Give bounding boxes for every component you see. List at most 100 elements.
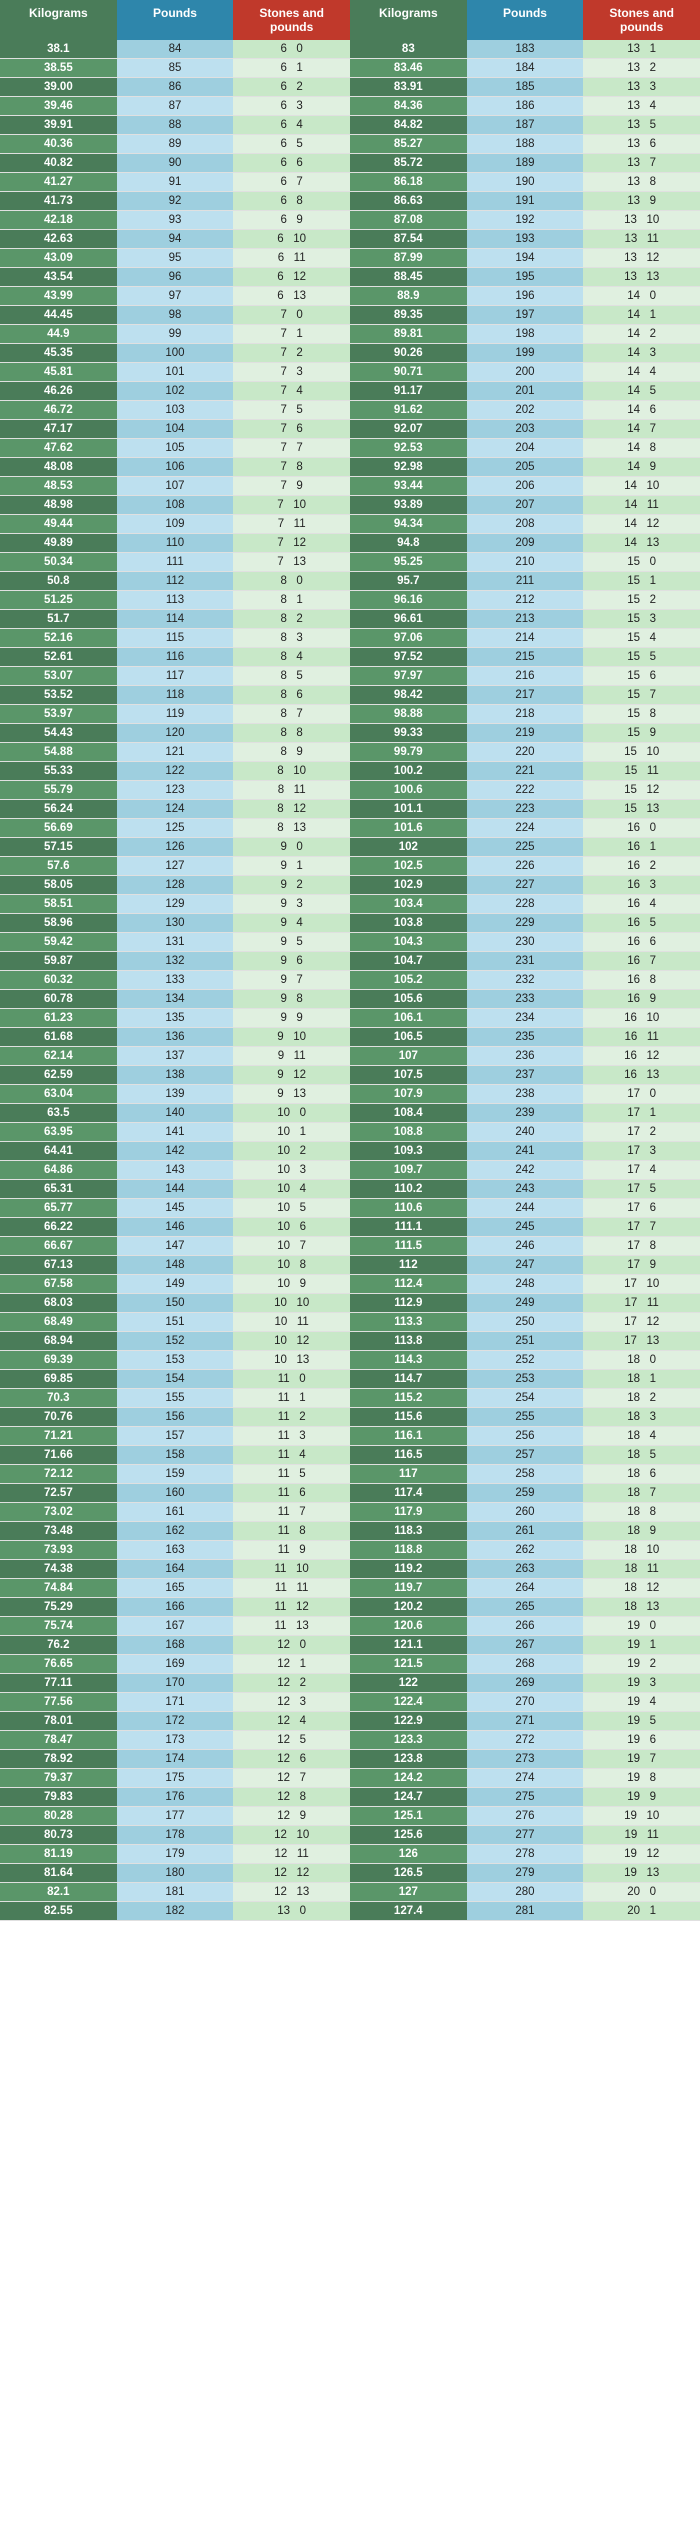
cell-lb: 152: [117, 1332, 234, 1351]
table-row: 40.82 90 6 6 85.72 189 13 7: [0, 154, 700, 173]
cell-lb2: 183: [467, 40, 584, 59]
cell-kg: 38.55: [0, 59, 117, 78]
cell-kg2: 86.63: [350, 192, 467, 211]
cell-kg: 63.95: [0, 1123, 117, 1142]
cell-st: 7 7: [233, 439, 350, 458]
cell-lb2: 274: [467, 1769, 584, 1788]
cell-st: 10 12: [233, 1332, 350, 1351]
cell-kg2: 108.8: [350, 1123, 467, 1142]
cell-st2: 15 5: [583, 648, 700, 667]
cell-st: 9 5: [233, 933, 350, 952]
cell-kg2: 90.26: [350, 344, 467, 363]
cell-kg2: 107.5: [350, 1066, 467, 1085]
table-row: 81.19 179 12 11 126 278 19 12: [0, 1845, 700, 1864]
cell-kg: 75.74: [0, 1617, 117, 1636]
cell-lb2: 261: [467, 1522, 584, 1541]
table-row: 48.08 106 7 8 92.98 205 14 9: [0, 458, 700, 477]
cell-st2: 13 8: [583, 173, 700, 192]
cell-lb2: 210: [467, 553, 584, 572]
cell-st2: 18 1: [583, 1370, 700, 1389]
cell-kg: 65.31: [0, 1180, 117, 1199]
cell-kg2: 118.8: [350, 1541, 467, 1560]
cell-st: 7 11: [233, 515, 350, 534]
cell-lb2: 217: [467, 686, 584, 705]
cell-kg: 51.7: [0, 610, 117, 629]
table-row: 69.39 153 10 13 114.3 252 18 0: [0, 1351, 700, 1370]
cell-st: 8 3: [233, 629, 350, 648]
cell-st: 10 0: [233, 1104, 350, 1123]
cell-st: 6 0: [233, 40, 350, 59]
cell-st: 7 9: [233, 477, 350, 496]
cell-st: 12 1: [233, 1655, 350, 1674]
table-row: 78.92 174 12 6 123.8 273 19 7: [0, 1750, 700, 1769]
cell-st: 12 5: [233, 1731, 350, 1750]
cell-lb: 170: [117, 1674, 234, 1693]
cell-st: 12 9: [233, 1807, 350, 1826]
cell-st2: 16 3: [583, 876, 700, 895]
cell-lb: 162: [117, 1522, 234, 1541]
cell-st2: 13 11: [583, 230, 700, 249]
cell-st: 6 2: [233, 78, 350, 97]
cell-st2: 16 6: [583, 933, 700, 952]
cell-lb: 93: [117, 211, 234, 230]
cell-kg: 38.1: [0, 40, 117, 59]
cell-kg: 73.93: [0, 1541, 117, 1560]
cell-st: 9 3: [233, 895, 350, 914]
cell-st2: 19 11: [583, 1826, 700, 1845]
cell-st2: 17 5: [583, 1180, 700, 1199]
cell-lb: 148: [117, 1256, 234, 1275]
cell-kg2: 97.06: [350, 629, 467, 648]
cell-lb2: 206: [467, 477, 584, 496]
cell-lb: 110: [117, 534, 234, 553]
cell-st2: 19 0: [583, 1617, 700, 1636]
cell-kg: 67.58: [0, 1275, 117, 1294]
cell-lb2: 242: [467, 1161, 584, 1180]
cell-st2: 19 7: [583, 1750, 700, 1769]
cell-st2: 17 6: [583, 1199, 700, 1218]
cell-lb2: 209: [467, 534, 584, 553]
cell-lb: 100: [117, 344, 234, 363]
cell-kg2: 112.9: [350, 1294, 467, 1313]
cell-st: 6 4: [233, 116, 350, 135]
cell-lb: 159: [117, 1465, 234, 1484]
cell-kg2: 90.71: [350, 363, 467, 382]
cell-lb: 97: [117, 287, 234, 306]
cell-lb2: 215: [467, 648, 584, 667]
cell-lb: 139: [117, 1085, 234, 1104]
cell-st2: 16 11: [583, 1028, 700, 1047]
cell-lb: 177: [117, 1807, 234, 1826]
cell-kg2: 118.3: [350, 1522, 467, 1541]
cell-lb2: 187: [467, 116, 584, 135]
table-row: 70.76 156 11 2 115.6 255 18 3: [0, 1408, 700, 1427]
table-row: 43.54 96 6 12 88.45 195 13 13: [0, 268, 700, 287]
cell-lb: 174: [117, 1750, 234, 1769]
cell-lb2: 271: [467, 1712, 584, 1731]
cell-st: 7 12: [233, 534, 350, 553]
cell-st: 12 6: [233, 1750, 350, 1769]
cell-kg: 74.38: [0, 1560, 117, 1579]
cell-kg: 56.69: [0, 819, 117, 838]
cell-kg: 68.94: [0, 1332, 117, 1351]
cell-lb2: 197: [467, 306, 584, 325]
cell-kg: 73.02: [0, 1503, 117, 1522]
cell-lb2: 184: [467, 59, 584, 78]
cell-kg: 62.14: [0, 1047, 117, 1066]
cell-st2: 13 2: [583, 59, 700, 78]
table-row: 62.14 137 9 11 107 236 16 12: [0, 1047, 700, 1066]
cell-st: 11 0: [233, 1370, 350, 1389]
cell-kg: 50.8: [0, 572, 117, 591]
cell-kg: 53.97: [0, 705, 117, 724]
conversion-table: Kilograms Pounds Stones and pounds Kilog…: [0, 0, 700, 1921]
cell-lb: 86: [117, 78, 234, 97]
cell-kg: 47.17: [0, 420, 117, 439]
cell-kg: 39.46: [0, 97, 117, 116]
cell-kg: 78.47: [0, 1731, 117, 1750]
cell-st2: 17 4: [583, 1161, 700, 1180]
cell-kg: 59.42: [0, 933, 117, 952]
cell-st2: 15 12: [583, 781, 700, 800]
cell-lb: 106: [117, 458, 234, 477]
cell-lb: 123: [117, 781, 234, 800]
cell-lb2: 192: [467, 211, 584, 230]
cell-lb: 182: [117, 1902, 234, 1921]
cell-st2: 14 5: [583, 382, 700, 401]
